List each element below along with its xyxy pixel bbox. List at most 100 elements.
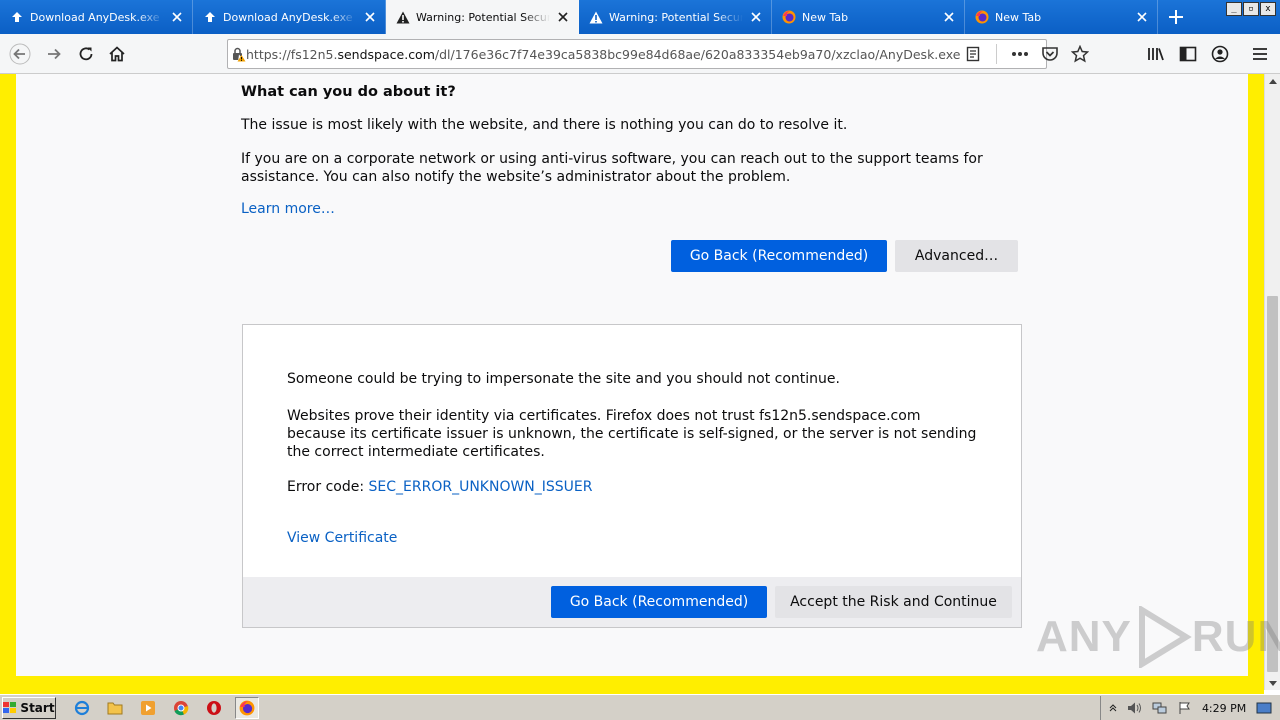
taskbar: Start 4:29 PM [0, 694, 1280, 720]
advanced-panel-footer: Go Back (Recommended) Accept the Risk an… [243, 577, 1021, 627]
show-desktop-icon[interactable] [1256, 702, 1272, 714]
tab-security-warning-active[interactable]: Warning: Potential Security [386, 0, 579, 34]
close-icon[interactable] [1135, 10, 1149, 24]
advanced-panel: Someone could be trying to impersonate t… [242, 324, 1022, 628]
upload-arrow-icon [203, 10, 217, 24]
view-certificate-link[interactable]: View Certificate [287, 530, 397, 546]
forward-arrow-icon [48, 48, 61, 60]
tab-title: New Tab [995, 10, 1042, 24]
speaker-icon[interactable] [1127, 701, 1143, 715]
tab-new-tab-1[interactable]: New Tab [772, 0, 965, 34]
home-button[interactable] [103, 40, 131, 68]
forward-button[interactable] [40, 40, 68, 68]
tab-strip: Download AnyDesk.exe from Download AnyDe… [0, 0, 1280, 34]
error-code-label: Error code: [287, 479, 369, 495]
plus-icon [1169, 10, 1183, 24]
watermark-left: ANY [1036, 612, 1132, 661]
library-icon [1148, 48, 1164, 61]
bookmark-star-icon[interactable] [1067, 41, 1093, 67]
divider [996, 44, 998, 64]
close-icon[interactable] [556, 10, 570, 24]
tab-title: Download AnyDesk.exe from [223, 10, 357, 24]
internet-explorer-icon[interactable] [70, 697, 94, 719]
restore-button[interactable]: ▫ [1243, 2, 1259, 16]
firefox-icon [975, 10, 989, 24]
tab-security-warning[interactable]: Warning: Potential Security [579, 0, 772, 34]
certificate-explanation: Websites prove their identity via certif… [287, 408, 977, 460]
play-logo-icon [1138, 606, 1192, 668]
url-bar-actions [960, 41, 1093, 67]
media-player-icon[interactable] [136, 697, 160, 719]
close-icon[interactable] [363, 10, 377, 24]
library-button[interactable] [1142, 40, 1170, 68]
upload-arrow-icon [10, 10, 24, 24]
watermark-right: RUN [1191, 612, 1280, 661]
sidebar-button[interactable] [1174, 40, 1202, 68]
firefox-icon [782, 10, 796, 24]
url-text: https://fs12n5.sendspace.com/dl/176e36c7… [246, 47, 960, 62]
tab-title: Warning: Potential Security [416, 10, 550, 24]
tab-download-anydesk-2[interactable]: Download AnyDesk.exe from [193, 0, 386, 34]
url-bar[interactable]: https://fs12n5.sendspace.com/dl/176e36c7… [227, 39, 1090, 69]
action-center-flag-icon[interactable] [1178, 701, 1192, 715]
windows-logo-icon [3, 701, 17, 713]
system-tray: 4:29 PM [1100, 696, 1280, 720]
corporate-network-paragraph: If you are on a corporate network or usi… [241, 151, 983, 185]
reload-button[interactable] [72, 40, 100, 68]
tab-title: Download AnyDesk.exe from [30, 10, 164, 24]
advanced-button[interactable]: Advanced… [895, 240, 1018, 272]
firefox-taskbar-icon[interactable] [235, 696, 259, 719]
scroll-down-arrow-icon[interactable] [1265, 676, 1280, 690]
close-icon[interactable] [942, 10, 956, 24]
window-controls: _ ▫ x [1226, 2, 1276, 16]
vertical-scrollbar[interactable] [1264, 74, 1280, 690]
opera-icon[interactable] [202, 697, 226, 719]
back-button[interactable] [6, 40, 34, 68]
pocket-icon[interactable] [1037, 41, 1063, 67]
new-tab-button[interactable] [1158, 0, 1194, 34]
start-label: Start [20, 700, 55, 715]
chevron-up-icon[interactable] [1109, 703, 1117, 713]
tab-new-tab-2[interactable]: New Tab [965, 0, 1158, 34]
url-path: /dl/176e36c7f74e39ca5838bc99e84d68ae/620… [434, 46, 961, 62]
chrome-icon[interactable] [169, 697, 193, 719]
warning-icon [396, 10, 410, 24]
close-icon[interactable] [749, 10, 763, 24]
back-arrow-icon [9, 43, 31, 65]
account-icon [1211, 45, 1229, 63]
account-button[interactable] [1206, 40, 1234, 68]
scroll-up-arrow-icon[interactable] [1265, 74, 1280, 88]
url-host: sendspace.com [337, 46, 435, 62]
hamburger-menu-icon [1253, 48, 1267, 60]
menu-button[interactable] [1246, 40, 1274, 68]
resolve-paragraph: The issue is most likely with the websit… [241, 117, 848, 133]
insecure-lock-icon[interactable] [230, 40, 246, 68]
home-icon [109, 46, 125, 62]
error-page: What can you do about it? The issue is m… [16, 74, 1248, 676]
go-back-button[interactable]: Go Back (Recommended) [671, 240, 887, 272]
navigation-bar: https://fs12n5.sendspace.com/dl/176e36c7… [0, 34, 1280, 74]
close-icon[interactable] [170, 10, 184, 24]
tab-download-anydesk-1[interactable]: Download AnyDesk.exe from [0, 0, 193, 34]
warning-icon [589, 10, 603, 24]
error-code-link[interactable]: SEC_ERROR_UNKNOWN_ISSUER [369, 479, 593, 495]
minimize-button[interactable]: _ [1226, 2, 1242, 16]
learn-more-link[interactable]: Learn more… [241, 201, 335, 217]
clock: 4:29 PM [1201, 701, 1247, 715]
reload-icon [79, 47, 93, 61]
close-window-button[interactable]: x [1260, 2, 1276, 16]
accept-risk-button[interactable]: Accept the Risk and Continue [775, 586, 1012, 618]
tab-title: Warning: Potential Security [609, 10, 743, 24]
network-icon[interactable] [1152, 701, 1168, 715]
error-code-line: Error code: SEC_ERROR_UNKNOWN_ISSUER [287, 479, 593, 495]
what-can-you-do-heading: What can you do about it? [241, 84, 456, 100]
reader-view-icon[interactable] [960, 41, 986, 67]
explorer-folder-icon[interactable] [103, 697, 127, 719]
page-actions-icon[interactable] [1007, 41, 1033, 67]
sidebar-icon [1179, 46, 1197, 62]
advanced-go-back-button[interactable]: Go Back (Recommended) [551, 586, 767, 618]
impersonate-warning: Someone could be trying to impersonate t… [287, 371, 840, 387]
url-prefix: https://fs12n5. [246, 46, 338, 62]
start-button[interactable]: Start [2, 696, 56, 719]
anyrun-watermark: ANY RUN [1036, 606, 1280, 668]
